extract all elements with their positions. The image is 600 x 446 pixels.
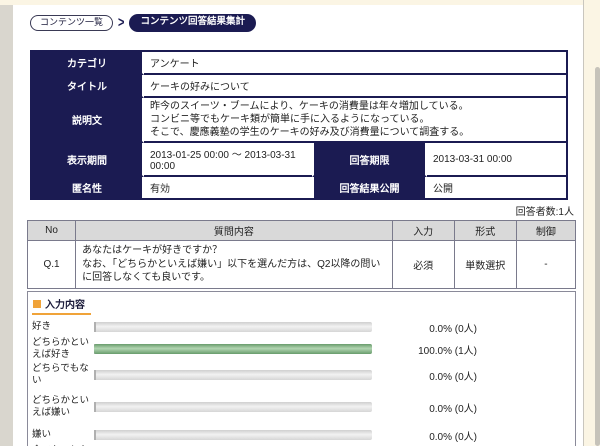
question-input-type: 必須 [392,241,454,289]
survey-info-table: カテゴリ アンケート タイトル ケーキの好みについて 説明文 昨今のスイーツ・ブ… [30,50,568,200]
results-section: 入力内容 好き 0.0% (0人) どちらかといえば好き 100.0% (1人)… [27,291,576,446]
question-number: Q.1 [28,241,76,289]
bar-fill [94,344,372,354]
question-control: - [516,241,575,289]
description-value: 昨今のスイーツ・ブームにより、ケーキの消費量は年々増加している。 コンビニ等でも… [144,98,566,143]
bar-row: どちらかといえば嫌い 0.0% (0人) [32,388,571,426]
publish-label: 回答結果公開 [312,177,427,198]
bar-track [94,370,372,380]
answer-value: 0.0% (0人) [372,428,477,443]
deadline-label: 回答期限 [312,143,427,177]
title-value: ケーキの好みについて [144,75,566,98]
bar-track [94,430,372,440]
answer-bar-chart: 好き 0.0% (0人) どちらかといえば好き 100.0% (1人) どちらで… [32,318,571,446]
bar-row: どちらでもない 0.0% (0人) [32,362,571,388]
title-label: タイトル [32,75,144,98]
table-row: 説明文 昨今のスイーツ・ブームにより、ケーキの消費量は年々増加している。 コンビ… [32,98,566,143]
answer-label: 嫌い [32,429,94,441]
bar-row: 嫌い 0.0% (0人) [32,426,571,444]
table-row: カテゴリ アンケート [32,52,566,75]
answer-value: 0.0% (0人) [372,320,477,335]
publish-value: 公開 [427,177,566,198]
deadline-value: 2013-03-31 00:00 [427,143,566,177]
answer-value: 0.0% (0人) [372,400,477,415]
content-page: コンテンツ一覧 > コンテンツ回答結果集計 カテゴリ アンケート タイトル ケー… [13,5,583,446]
question-table: No 質問内容 入力 形式 制御 Q.1 あなたはケーキが好きですか？ なお、「… [27,220,576,289]
header-input: 入力 [392,221,454,241]
answer-label: どちらでもない [32,363,94,387]
question-table-header: No 質問内容 入力 形式 制御 [28,221,576,241]
section-bullet-icon [33,300,41,308]
category-value: アンケート [144,52,566,75]
question-content: あなたはケーキが好きですか？ なお、「どちらかといえば嫌い」以下を選んだ方は、Q… [76,241,393,289]
header-format: 形式 [454,221,516,241]
category-label: カテゴリ [32,52,144,75]
scrollbar-thumb[interactable] [595,67,600,446]
bar-track [94,344,372,354]
question-row: Q.1 あなたはケーキが好きですか？ なお、「どちらかといえば嫌い」以下を選んだ… [28,241,576,289]
results-section-header: 入力内容 [32,296,91,315]
breadcrumb: コンテンツ一覧 > コンテンツ回答結果集計 [30,13,583,33]
bar-track [94,322,372,332]
period-label: 表示期間 [32,143,144,177]
answer-label: どちらかといえば嫌い [32,395,94,419]
table-row: 匿名性 有効 回答結果公開 公開 [32,177,566,198]
anonymity-label: 匿名性 [32,177,144,198]
table-row: タイトル ケーキの好みについて [32,75,566,98]
question-format: 単数選択 [454,241,516,289]
description-label: 説明文 [32,98,144,143]
window-frame-left [0,5,13,446]
window-frame-right [583,0,600,446]
section-title: 入力内容 [45,296,85,311]
bar-row: どちらかといえば好き 100.0% (1人) [32,336,571,362]
header-content: 質問内容 [76,221,393,241]
period-value: 2013-01-25 00:00 ～ 2013-03-31 00:00 [144,143,312,177]
answer-value: 100.0% (1人) [372,342,477,357]
bar-track [94,402,372,412]
page-title-badge: コンテンツ回答結果集計 [129,14,256,31]
breadcrumb-separator-icon: > [118,15,124,31]
content-list-button[interactable]: コンテンツ一覧 [30,15,113,32]
anonymity-value: 有効 [144,177,312,198]
answer-value: 0.0% (0人) [372,368,477,383]
respondent-count: 回答者数:1人 [13,203,576,218]
header-control: 制御 [516,221,575,241]
bar-row: 好き 0.0% (0人) [32,318,571,336]
answer-label: どちらかといえば好き [32,337,94,361]
answer-label: 好き [32,321,94,333]
table-row: 表示期間 2013-01-25 00:00 ～ 2013-03-31 00:00… [32,143,566,177]
header-no: No [28,221,76,241]
